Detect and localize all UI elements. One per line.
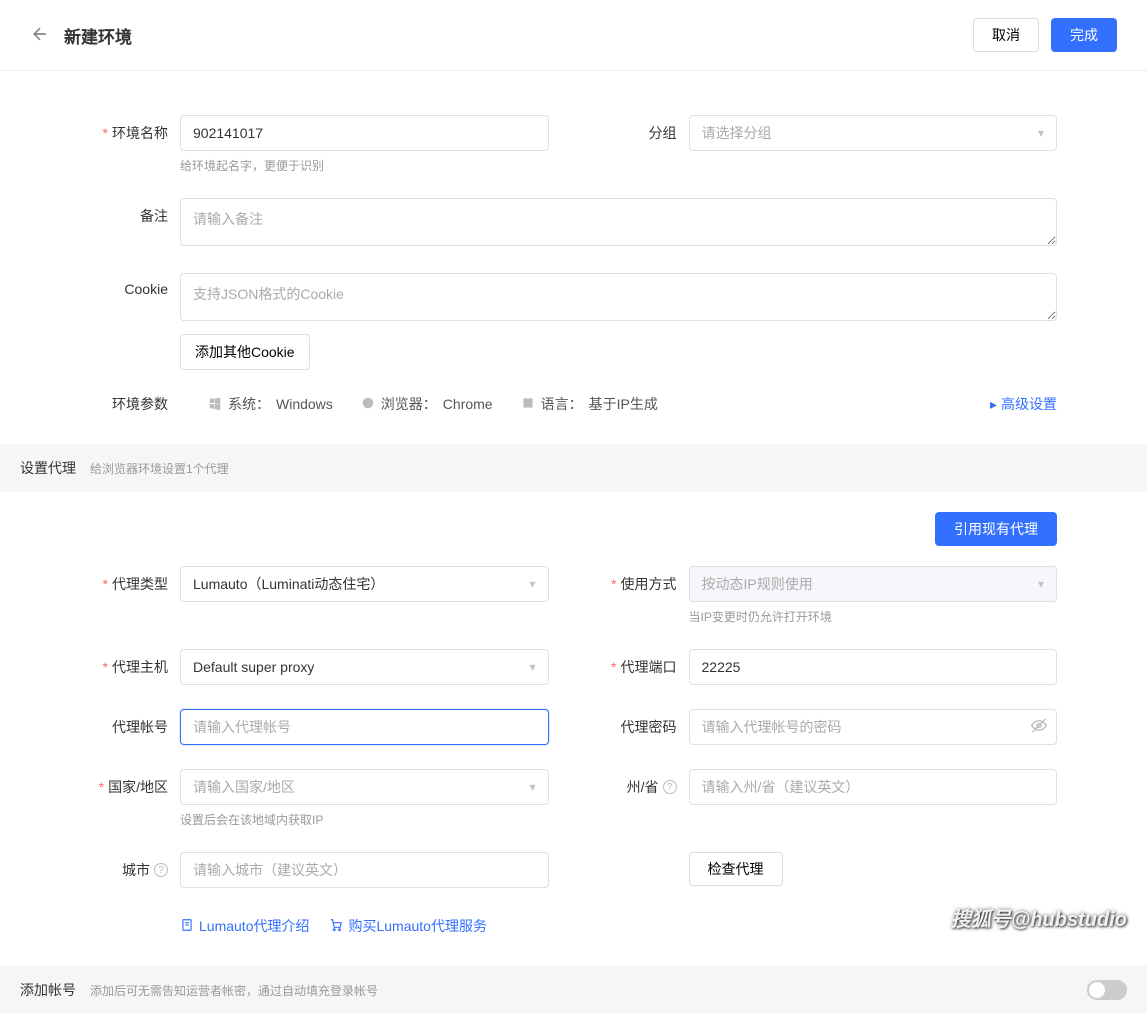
- country-label: 国家/地区: [108, 779, 168, 795]
- remark-label: 备注: [140, 208, 168, 224]
- proxy-host-label: 代理主机: [112, 659, 168, 675]
- doc-icon: [180, 918, 194, 935]
- advanced-settings-link[interactable]: ▸ 高级设置: [990, 394, 1057, 414]
- account-section-desc: 添加后可无需告知运营者帐密，通过自动填充登录帐号: [90, 982, 378, 999]
- usage-label: 使用方式: [621, 576, 677, 592]
- proxy-port-input[interactable]: [689, 649, 1058, 685]
- back-icon[interactable]: [30, 24, 50, 47]
- chevron-down-icon: ▾: [529, 660, 535, 674]
- page-title: 新建环境: [64, 23, 132, 48]
- chevron-down-icon: ▾: [1038, 577, 1044, 591]
- chevron-down-icon: ▾: [529, 577, 535, 591]
- state-input[interactable]: [689, 769, 1058, 805]
- section-truncated-top: [30, 71, 1117, 87]
- proxy-section-desc: 给浏览器环境设置1个代理: [90, 460, 229, 477]
- chevron-down-icon: ▾: [1038, 126, 1044, 140]
- proxy-account-input[interactable]: [180, 709, 549, 745]
- proxy-type-select[interactable]: Lumauto（Luminati动态住宅） ▾: [180, 566, 549, 602]
- lumauto-intro-link[interactable]: Lumauto代理介绍: [180, 916, 309, 936]
- complete-button[interactable]: 完成: [1051, 18, 1117, 52]
- state-label: 州/省: [627, 777, 659, 797]
- env-name-hint: 给环境起名字，更便于识别: [180, 157, 549, 174]
- windows-icon: [208, 396, 222, 413]
- chevron-down-icon: ▾: [529, 780, 535, 794]
- env-name-label: 环境名称: [112, 125, 168, 141]
- account-section-title: 添加帐号: [20, 980, 76, 1000]
- proxy-password-label: 代理密码: [621, 719, 677, 735]
- proxy-host-select[interactable]: Default super proxy ▾: [180, 649, 549, 685]
- group-label: 分组: [649, 125, 677, 141]
- cart-icon: [329, 918, 343, 935]
- cookie-input[interactable]: [180, 273, 1057, 321]
- cookie-label: Cookie: [124, 281, 168, 297]
- proxy-type-label: 代理类型: [112, 576, 168, 592]
- eye-off-icon[interactable]: [1031, 718, 1047, 737]
- proxy-section-title: 设置代理: [20, 458, 76, 478]
- usage-hint: 当IP变更时仍允许打开环境: [689, 608, 1058, 625]
- country-select[interactable]: 请输入国家/地区 ▾: [180, 769, 549, 805]
- add-cookie-button[interactable]: 添加其他Cookie: [180, 334, 310, 370]
- play-icon: ▸: [990, 396, 997, 413]
- help-icon[interactable]: ?: [154, 863, 168, 877]
- usage-select[interactable]: 按动态IP规则使用 ▾: [689, 566, 1058, 602]
- country-hint: 设置后会在该地域内获取IP: [180, 811, 549, 828]
- check-proxy-button[interactable]: 检查代理: [689, 852, 783, 886]
- cancel-button[interactable]: 取消: [973, 18, 1039, 52]
- remark-input[interactable]: [180, 198, 1057, 246]
- env-params-label: 环境参数: [90, 394, 180, 414]
- help-icon[interactable]: ?: [663, 780, 677, 794]
- city-input[interactable]: [180, 852, 549, 888]
- import-proxy-button[interactable]: 引用现有代理: [935, 512, 1057, 546]
- proxy-port-label: 代理端口: [621, 659, 677, 675]
- proxy-account-label: 代理帐号: [112, 719, 168, 735]
- account-toggle[interactable]: [1087, 980, 1127, 1000]
- env-name-input[interactable]: [180, 115, 549, 151]
- city-label: 城市: [122, 860, 150, 880]
- proxy-password-input[interactable]: [689, 709, 1058, 745]
- group-select[interactable]: 请选择分组 ▾: [689, 115, 1058, 151]
- lumauto-buy-link[interactable]: 购买Lumauto代理服务: [329, 916, 486, 936]
- browser-icon: [361, 396, 375, 413]
- language-icon: [521, 396, 535, 413]
